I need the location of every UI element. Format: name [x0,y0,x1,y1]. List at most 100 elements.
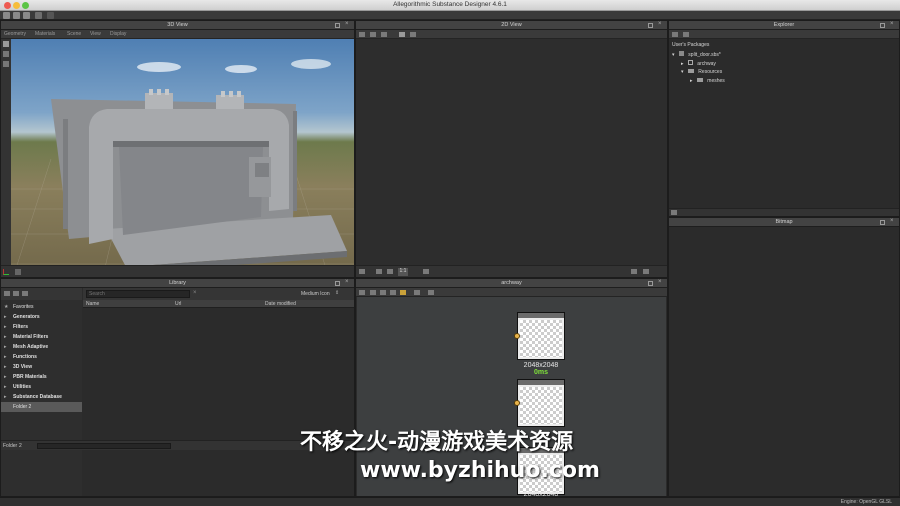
add-resource-icon[interactable] [683,32,689,37]
chevron-down-icon[interactable]: ⇕ [335,290,339,296]
panel-close-icon[interactable]: × [658,21,663,27]
expand-arrow-icon[interactable]: ▾ [681,69,684,75]
view-mode-select[interactable]: Medium Icon [301,291,330,297]
library-search-row: × Medium Icon ⇕ [83,288,354,300]
node-input-socket[interactable] [514,333,520,339]
expand-arrow-icon[interactable]: ▾ [672,52,675,58]
category-mesh-adaptive[interactable]: ▸ Mesh Adaptive [1,342,82,352]
node-color-icon[interactable] [400,290,406,295]
tree-item-label: archway [697,61,716,67]
expand-arrow-icon[interactable]: ▸ [4,374,7,380]
panel-float-icon[interactable] [648,23,653,28]
panel-close-icon[interactable]: × [890,218,895,224]
new-package-icon[interactable] [3,12,10,19]
histogram-icon[interactable] [423,269,429,274]
light-tool-icon[interactable] [3,51,9,57]
node-input-socket[interactable] [514,400,520,406]
expand-arrow-icon[interactable]: ▸ [4,334,7,340]
panel-close-icon[interactable]: × [345,21,350,27]
category-functions[interactable]: ▸ Functions [1,352,82,362]
grid-icon[interactable] [359,269,365,274]
expand-arrow-icon[interactable]: ▸ [690,78,693,84]
node-header [518,380,564,385]
menu-materials[interactable]: Materials [35,31,55,37]
category-substance-database[interactable]: ▸ Substance Database [1,392,82,402]
fit-icon[interactable] [376,269,382,274]
panel-float-icon[interactable] [648,281,653,286]
3d-view-footer [1,265,354,277]
expand-arrow-icon[interactable]: ▸ [4,344,7,350]
graph-menu-icon[interactable] [359,290,365,295]
library-title: Library [169,280,186,286]
3d-viewport[interactable] [11,39,354,277]
tree-item-folder[interactable]: ▾ Resources [681,69,722,75]
graph-settings-icon[interactable] [428,290,434,295]
panel-float-icon[interactable] [880,23,885,28]
new-graph-icon[interactable] [672,32,678,37]
expand-arrow-icon[interactable]: ▸ [4,364,7,370]
pixel-icon[interactable] [387,269,393,274]
undo-icon[interactable] [35,12,42,19]
expand-arrow-icon[interactable]: ▸ [4,384,7,390]
frame-icon[interactable] [380,290,386,295]
tree-item-package[interactable]: ▾ split_door.sbs* [672,51,721,58]
panel-float-icon[interactable] [335,281,340,286]
column-date-modified[interactable]: Date modified [265,301,296,307]
menu-geometry[interactable]: Geometry [4,31,26,37]
save-package-icon[interactable] [23,12,30,19]
menu-scene[interactable]: Scene [67,31,81,37]
expand-arrow-icon[interactable]: ▸ [4,354,7,360]
output-node[interactable] [517,312,565,360]
camera-tool-icon[interactable] [3,61,9,67]
panel-close-icon[interactable]: × [345,279,350,285]
column-name[interactable]: Name [86,301,99,307]
panel-float-icon[interactable] [880,220,885,225]
save-bitmap-icon[interactable] [399,32,405,37]
category-filters[interactable]: ▸ Filters [1,322,82,332]
open-package-icon[interactable] [13,12,20,19]
2d-view-panel: 2D View × 1:1 [355,20,668,278]
panel-close-icon[interactable]: × [890,21,895,27]
clear-search-icon[interactable]: × [193,290,197,296]
menu-display[interactable]: Display [110,31,126,37]
expand-arrow-icon[interactable]: ▸ [4,314,7,320]
category-favorites[interactable]: ★ Favorites [1,302,82,312]
category-3d-view[interactable]: ▸ 3D View [1,362,82,372]
select-tool-icon[interactable] [3,41,9,47]
category-material-filters[interactable]: ▸ Material Filters [1,332,82,342]
output-node[interactable] [517,379,565,427]
settings-icon[interactable] [22,291,28,296]
zoom-in-icon[interactable] [643,269,649,274]
tile-icon[interactable] [381,32,387,37]
search-icon[interactable] [390,290,396,295]
add-folder-icon[interactable] [4,291,10,296]
category-folder-2[interactable]: Folder 2 [1,402,82,412]
category-generators[interactable]: ▸ Generators [1,312,82,322]
column-url[interactable]: Url [175,301,181,307]
copy-icon[interactable] [410,32,416,37]
channel-icon[interactable] [370,32,376,37]
add-icon[interactable] [13,291,19,296]
align-icon[interactable] [370,290,376,295]
fit-all-icon[interactable] [414,290,420,295]
tree-item-folder[interactable]: ▸ meshes [690,78,725,84]
expand-arrow-icon[interactable]: ▸ [4,324,7,330]
3d-view-settings-icon[interactable] [15,269,21,275]
zoom-value[interactable]: 1:1 [398,268,408,276]
category-utilities[interactable]: ▸ Utilities [1,382,82,392]
window-title: Allegorithmic Substance Designer 4.6.1 [393,1,507,8]
expand-arrow-icon[interactable]: ▸ [4,394,7,400]
panel-close-icon[interactable]: × [658,279,663,285]
menu-view[interactable]: View [90,31,101,37]
expand-arrow-icon[interactable]: ▸ [681,61,684,67]
folder-path-field[interactable] [37,443,171,449]
filter-icon[interactable] [671,210,677,215]
node-header [518,313,564,318]
panel-float-icon[interactable] [335,23,340,28]
category-pbr-materials[interactable]: ▸ PBR Materials [1,372,82,382]
view-mode-icon[interactable] [359,32,365,37]
zoom-out-icon[interactable] [631,269,637,274]
library-search-input[interactable] [86,290,190,298]
tree-item-graph[interactable]: ▸ archway [681,60,716,67]
redo-icon[interactable] [47,12,54,19]
